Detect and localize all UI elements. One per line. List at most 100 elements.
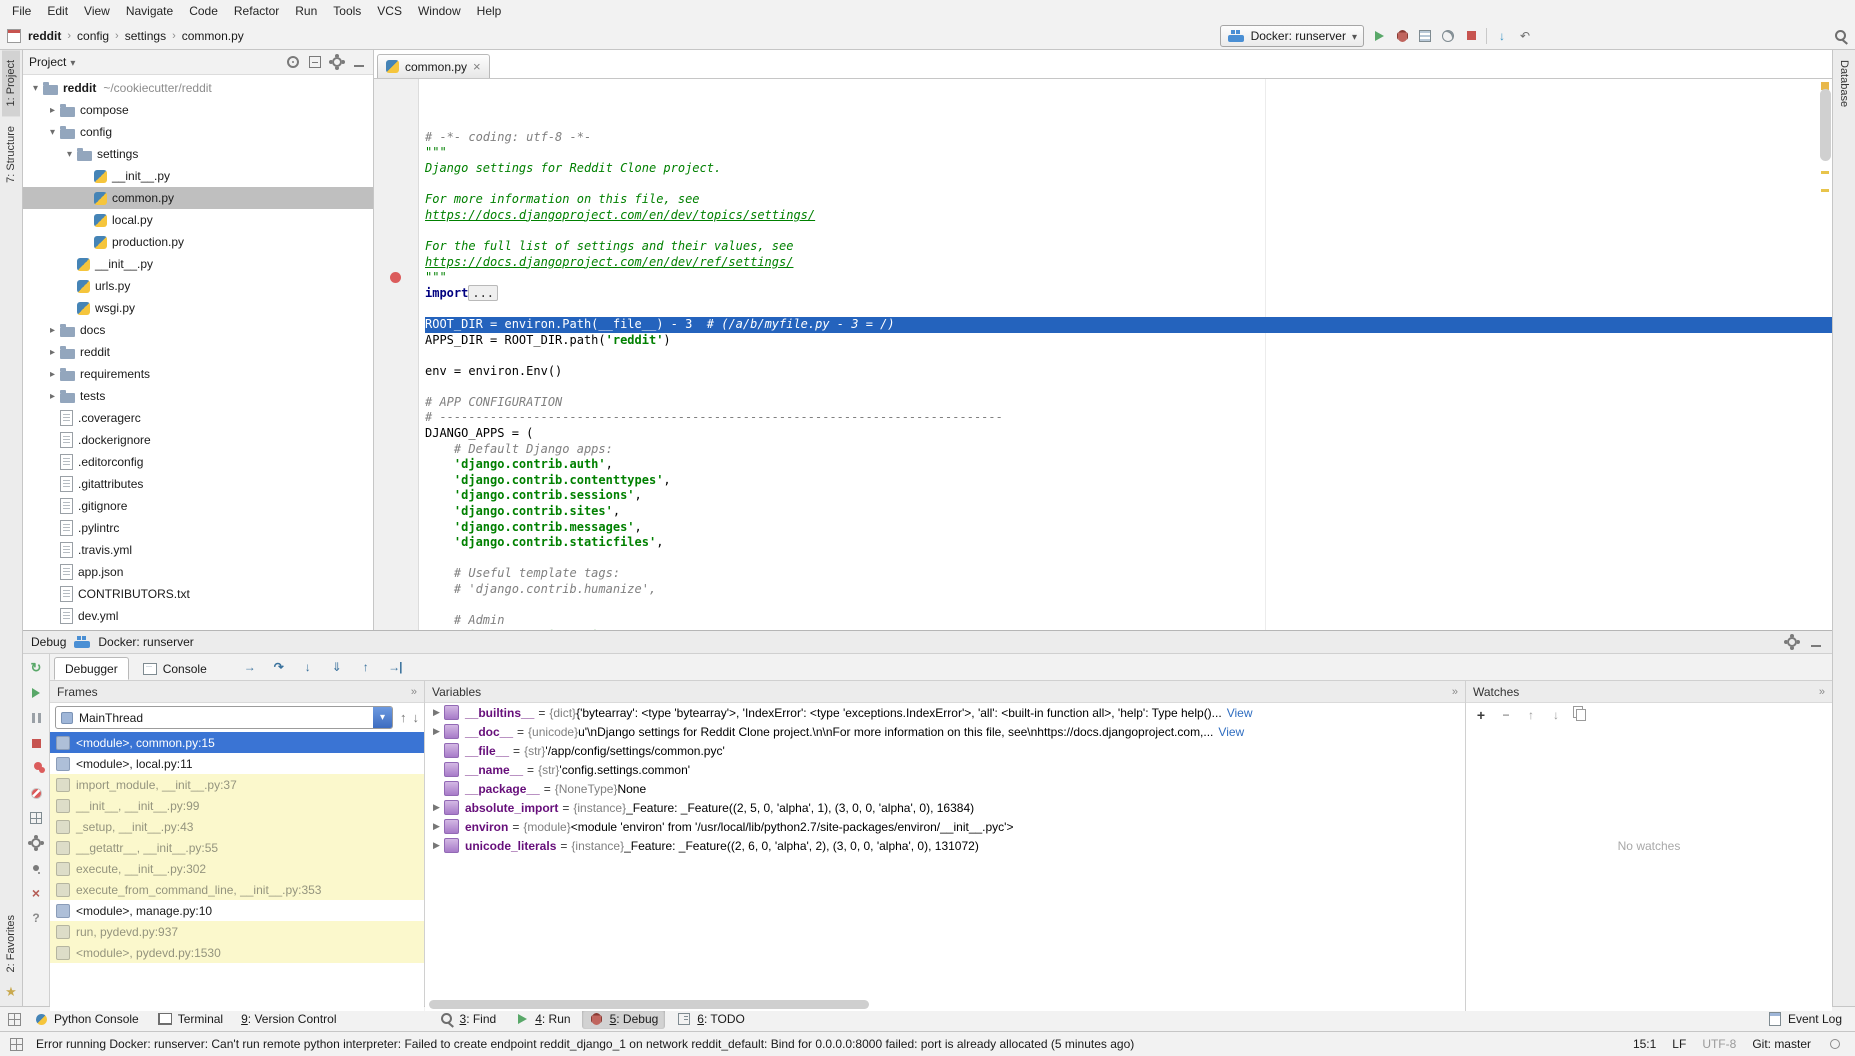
frame-row[interactable]: <module>, common.py:15 (50, 732, 424, 753)
collapse-all-icon[interactable] (307, 54, 323, 70)
tool-window-button-debug[interactable]: 5: Debug (582, 1009, 666, 1029)
tool-window-button-run[interactable]: 4: Run (507, 1009, 577, 1029)
breakpoint-icon[interactable] (390, 272, 401, 283)
code-line[interactable]: """ (425, 270, 1832, 286)
code-line[interactable]: # Useful template tags: (425, 566, 1832, 582)
favorites-star-icon[interactable]: ★ (5, 984, 17, 1000)
frame-row[interactable]: run, pydevd.py:937 (50, 921, 424, 942)
run-configuration-select[interactable]: Docker: runserver (1220, 25, 1364, 47)
chevron-down-icon[interactable] (70, 55, 75, 69)
project-view-title[interactable]: Project (29, 55, 66, 69)
code-line[interactable]: Django settings for Reddit Clone project… (425, 161, 1832, 177)
tree-item--travis-yml[interactable]: .travis.yml (23, 539, 373, 561)
code-line[interactable]: # --------------------------------------… (425, 410, 1832, 426)
tree-item-app-json[interactable]: app.json (23, 561, 373, 583)
profiler-button-icon[interactable] (1440, 28, 1456, 44)
status-switcher-icon[interactable] (8, 1036, 24, 1052)
menu-run[interactable]: Run (287, 0, 325, 22)
next-frame-icon[interactable]: ↓ (413, 710, 420, 725)
editor-gutter[interactable] (374, 79, 419, 630)
menu-window[interactable]: Window (410, 0, 469, 22)
menu-help[interactable]: Help (469, 0, 510, 22)
code-line[interactable]: 'django.contrib.messages', (425, 520, 1832, 536)
frame-row[interactable]: __getattr__, __init__.py:55 (50, 837, 424, 858)
code-line[interactable] (425, 598, 1832, 614)
menu-navigate[interactable]: Navigate (118, 0, 181, 22)
menu-vcs[interactable]: VCS (369, 0, 410, 22)
run-button-icon[interactable] (1371, 28, 1387, 44)
settings-button-icon[interactable] (28, 835, 44, 851)
resume-button-icon[interactable] (28, 685, 44, 701)
code-line[interactable] (425, 301, 1832, 317)
menu-edit[interactable]: Edit (39, 0, 76, 22)
tree-item-compose[interactable]: ▸compose (23, 99, 373, 121)
frame-row[interactable]: __init__, __init__.py:99 (50, 795, 424, 816)
code-line[interactable] (425, 223, 1832, 239)
step-over-icon[interactable] (271, 659, 287, 675)
tree-item--dockerignore[interactable]: .dockerignore (23, 429, 373, 451)
code-line[interactable]: For more information on this file, see (425, 192, 1832, 208)
code-line[interactable]: 'django.contrib.staticfiles', (425, 535, 1832, 551)
tree-item-dev-yml[interactable]: dev.yml (23, 605, 373, 627)
tree-item-docs[interactable]: ▸docs (23, 319, 373, 341)
breadcrumb-item-reddit[interactable]: reddit (26, 29, 63, 43)
frame-row[interactable]: <module>, local.py:11 (50, 753, 424, 774)
breadcrumb-item-common-py[interactable]: common.py (180, 29, 246, 43)
search-everywhere-icon[interactable] (1833, 28, 1849, 44)
variable-row[interactable]: ▶__builtins__={dict}{'bytearray': <type … (425, 703, 1465, 722)
expand-arrow-icon[interactable]: ▶ (429, 840, 444, 851)
expand-arrow-icon[interactable]: ▸ (46, 105, 59, 116)
code-line[interactable] (425, 177, 1832, 193)
code-line[interactable] (425, 348, 1832, 364)
tool-strip-tab-favorites[interactable]: 2: Favorites (2, 905, 20, 982)
vcs-branch-widget[interactable]: Git: master (1752, 1037, 1811, 1051)
show-execution-point-icon[interactable] (242, 659, 258, 675)
settings-icon[interactable] (329, 54, 345, 70)
caret-position-widget[interactable]: 15:1 (1633, 1037, 1656, 1051)
down-watch-icon[interactable] (1548, 707, 1564, 723)
tree-item-reddit[interactable]: ▾reddit~/cookiecutter/reddit (23, 77, 373, 99)
line-separator-widget[interactable]: LF (1672, 1037, 1686, 1051)
step-out-icon[interactable] (358, 659, 374, 675)
tool-window-button-terminal[interactable]: Terminal (150, 1009, 230, 1029)
menu-code[interactable]: Code (181, 0, 226, 22)
frame-row[interactable]: execute, __init__.py:302 (50, 858, 424, 879)
warning-stripe-mark[interactable] (1821, 171, 1829, 174)
code-line[interactable]: 'django.contrib.auth', (425, 457, 1832, 473)
tree-item-wsgi-py[interactable]: wsgi.py (23, 297, 373, 319)
code-line[interactable]: APPS_DIR = ROOT_DIR.path('reddit') (425, 333, 1832, 349)
breadcrumb-item-config[interactable]: config (75, 29, 111, 43)
code-line[interactable]: """ (425, 145, 1832, 161)
tool-window-button-version-control[interactable]: 9: Version Control (234, 1009, 343, 1029)
tree-item-common-py[interactable]: common.py (23, 187, 373, 209)
frame-row[interactable]: execute_from_command_line, __init__.py:3… (50, 879, 424, 900)
tree-item-urls-py[interactable]: urls.py (23, 275, 373, 297)
step-into-icon[interactable] (300, 659, 316, 675)
code-line[interactable]: 'django.contrib.sites', (425, 504, 1832, 520)
previous-frame-icon[interactable]: ↑ (400, 710, 407, 725)
thread-selector[interactable]: MainThread (55, 706, 393, 729)
pin-button-icon[interactable] (28, 860, 44, 876)
tree-item-tests[interactable]: ▸tests (23, 385, 373, 407)
expand-arrow-icon[interactable]: ▸ (46, 325, 59, 336)
tool-window-switcher-icon[interactable] (6, 1011, 22, 1027)
view-link[interactable]: View (1218, 725, 1244, 739)
tree-item-config[interactable]: ▾config (23, 121, 373, 143)
tree-item--gitignore[interactable]: .gitignore (23, 495, 373, 517)
code-line[interactable]: # Admin (425, 613, 1832, 629)
variable-row[interactable]: ▶unicode_literals={instance}_Feature: _F… (425, 836, 1465, 855)
tree-item--editorconfig[interactable]: .editorconfig (23, 451, 373, 473)
vcs-update-button-icon[interactable] (1494, 28, 1510, 44)
tool-strip-tab-database[interactable]: Database (1835, 50, 1853, 117)
collapse-arrow-icon[interactable]: ▾ (63, 149, 76, 160)
tool-window-button-find[interactable]: 3: Find (432, 1009, 504, 1029)
variable-row[interactable]: __name__={str}'config.settings.common' (425, 760, 1465, 779)
tool-window-button-event-log[interactable]: Event Log (1760, 1009, 1849, 1029)
frame-row[interactable]: _setup, __init__.py:43 (50, 816, 424, 837)
tree-item-local-py[interactable]: local.py (23, 209, 373, 231)
coverage-button-icon[interactable] (1417, 28, 1433, 44)
code-line[interactable]: # -*- coding: utf-8 -*- (425, 130, 1832, 146)
menu-tools[interactable]: Tools (325, 0, 369, 22)
editor-tab-common-py[interactable]: common.py (377, 54, 490, 78)
tool-strip-tab-project[interactable]: 1: Project (2, 50, 20, 116)
